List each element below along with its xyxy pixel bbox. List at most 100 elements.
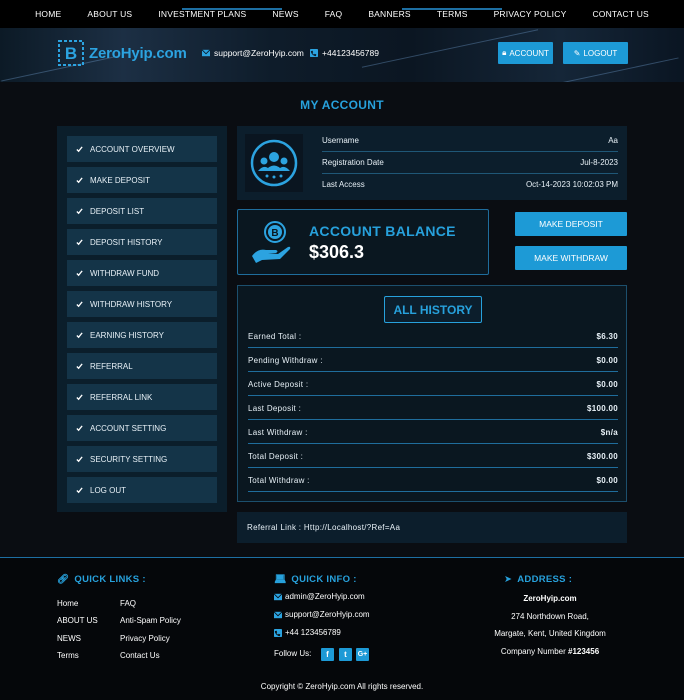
nav-investment-plans[interactable]: INVESTMENT PLANS [145, 9, 259, 19]
check-icon [76, 145, 83, 152]
sidebar-item-label: REFERRAL LINK [90, 392, 153, 402]
company-number: Company Number #123456 [460, 647, 640, 656]
nav-faq[interactable]: FAQ [312, 9, 356, 19]
profile-value: Oct-14-2023 10:02:03 PM [525, 179, 618, 189]
sidebar-item-referral[interactable]: REFERRAL [67, 353, 217, 379]
check-icon [76, 486, 83, 493]
make-deposit-button[interactable]: MAKE DEPOSIT [515, 212, 627, 236]
copyright: Copyright © ZeroHyip.com All rights rese… [260, 682, 424, 691]
footer-admin-email[interactable]: admin@ZeroHyip.com [274, 592, 365, 601]
referral-link-bar: Referral Link : Http://Localhost/?Ref=Aa [237, 512, 627, 543]
sidebar-item-label: DEPOSIT HISTORY [90, 237, 163, 247]
company-number-value: #123456 [568, 647, 600, 656]
history-value: $300.00 [586, 452, 618, 461]
profile-label: Last Access [322, 179, 365, 189]
sidebar-item-earning-history[interactable]: EARNING HISTORY [67, 322, 217, 348]
check-icon [76, 393, 83, 400]
sidebar-item-account-setting[interactable]: ACCOUNT SETTING [67, 415, 217, 441]
profile-row-username: Username Aa [322, 130, 618, 152]
account-button-label: ACCOUNT [509, 48, 549, 58]
footer-link-faq[interactable]: FAQ [120, 599, 136, 608]
sidebar-item-label: WITHDRAW FUND [90, 268, 160, 278]
sidebar-item-log-out[interactable]: LOG OUT [67, 477, 217, 503]
sidebar-item-deposit-list[interactable]: DEPOSIT LIST [67, 198, 217, 224]
footer-link-terms[interactable]: Terms [57, 651, 79, 660]
history-label: Last Withdraw : [248, 428, 308, 437]
account-balance-card: B ACCOUNT BALANCE $306.3 [237, 209, 489, 275]
balance-value: $306.3 [309, 242, 365, 262]
history-value: $100.00 [586, 404, 618, 413]
quick-links-title: QUICK LINKS : [74, 574, 146, 585]
footer-link-contact[interactable]: Contact Us [120, 651, 160, 660]
follow-us-label: Follow Us: [274, 649, 312, 658]
footer-link-privacy[interactable]: Privacy Policy [120, 634, 170, 643]
logout-button[interactable]: ✎ LOGOUT [563, 42, 628, 64]
footer-link-news[interactable]: NEWS [57, 634, 81, 643]
nav-home[interactable]: HOME [22, 9, 74, 19]
twitter-icon[interactable]: t [339, 648, 352, 661]
laptop-icon: 💻︎ [274, 574, 287, 585]
sidebar-item-deposit-history[interactable]: DEPOSIT HISTORY [67, 229, 217, 255]
sidebar-item-label: LOG OUT [90, 485, 127, 495]
quick-info-title: QUICK INFO : [291, 574, 357, 585]
footer-phone[interactable]: +44 123456789 [274, 628, 341, 637]
sidebar-item-make-deposit[interactable]: MAKE DEPOSIT [67, 167, 217, 193]
nav-contact-us[interactable]: CONTACT US [579, 9, 661, 19]
footer-link-anti-spam[interactable]: Anti-Spam Policy [120, 616, 181, 625]
svg-text:B: B [65, 44, 77, 63]
pencil-icon: ✎ [573, 48, 581, 58]
google-plus-icon[interactable]: G+ [356, 648, 369, 661]
history-value: $0.00 [596, 476, 618, 485]
history-label: Last Deposit : [248, 404, 302, 413]
nav-about-us[interactable]: ABOUT US [74, 9, 145, 19]
history-row-total-withdraw: Total Withdraw : $0.00 [248, 470, 618, 492]
account-button[interactable]: 🔒︎ ACCOUNT [498, 42, 553, 64]
admin-email-text: admin@ZeroHyip.com [285, 592, 365, 601]
nav-terms[interactable]: TERMS [424, 9, 481, 19]
header-email[interactable]: support@ZeroHyip.com [202, 48, 304, 58]
header-phone-text: +44123456789 [322, 48, 379, 58]
check-icon [76, 238, 83, 245]
logout-button-label: LOGOUT [583, 48, 618, 58]
nav-news[interactable]: NEWS [259, 9, 311, 19]
history-label: Total Deposit : [248, 452, 304, 461]
history-label: Total Withdraw : [248, 476, 310, 485]
footer: 🔗︎ QUICK LINKS : Home ABOUT US NEWS Term… [0, 557, 684, 700]
quick-links-heading: 🔗︎ QUICK LINKS : [57, 574, 146, 585]
sidebar-item-label: ACCOUNT OVERVIEW [90, 144, 175, 154]
facebook-icon[interactable]: f [321, 648, 334, 661]
avatar [245, 134, 303, 192]
check-icon [76, 424, 83, 431]
check-icon [76, 331, 83, 338]
sidebar-item-security-setting[interactable]: SECURITY SETTING [67, 446, 217, 472]
envelope-icon [274, 593, 282, 600]
header-phone[interactable]: +44123456789 [310, 48, 379, 58]
page-title: MY ACCOUNT [300, 98, 384, 112]
sidebar-item-withdraw-history[interactable]: WITHDRAW HISTORY [67, 291, 217, 317]
site-logo[interactable]: B ZeroHyip.com [57, 39, 187, 67]
history-value: $0.00 [596, 356, 618, 365]
all-history-button[interactable]: ALL HISTORY [384, 296, 482, 323]
footer-link-home[interactable]: Home [57, 599, 78, 608]
make-withdraw-button[interactable]: MAKE WITHDRAW [515, 246, 627, 270]
footer-link-about-us[interactable]: ABOUT US [57, 616, 98, 625]
users-group-icon [250, 139, 298, 187]
sidebar-item-label: WITHDRAW HISTORY [90, 299, 173, 309]
history-row-earned-total: Earned Total : $6.30 [248, 326, 618, 348]
sidebar-item-withdraw-fund[interactable]: WITHDRAW FUND [67, 260, 217, 286]
history-panel: ALL HISTORY Earned Total : $6.30 Pending … [237, 285, 627, 502]
sidebar-item-referral-link[interactable]: REFERRAL LINK [67, 384, 217, 410]
sidebar-item-account-overview[interactable]: ACCOUNT OVERVIEW [67, 136, 217, 162]
bitcoin-hand-icon: B [252, 221, 291, 263]
page-title-wrap: MY ACCOUNT [182, 96, 502, 114]
nav-banners[interactable]: BANNERS [355, 9, 424, 19]
logo-text: ZeroHyip.com [89, 44, 187, 62]
sidebar-item-label: ACCOUNT SETTING [90, 423, 167, 433]
referral-url[interactable]: Http://Localhost/?Ref=Aa [304, 523, 400, 532]
sidebar-item-label: MAKE DEPOSIT [90, 175, 151, 185]
history-label: Earned Total : [248, 332, 302, 341]
nav-privacy-policy[interactable]: PRIVACY POLICY [481, 9, 580, 19]
balance-label: ACCOUNT BALANCE [309, 223, 456, 239]
footer-support-email[interactable]: support@ZeroHyip.com [274, 610, 370, 619]
history-row-pending-withdraw: Pending Withdraw : $0.00 [248, 350, 618, 372]
